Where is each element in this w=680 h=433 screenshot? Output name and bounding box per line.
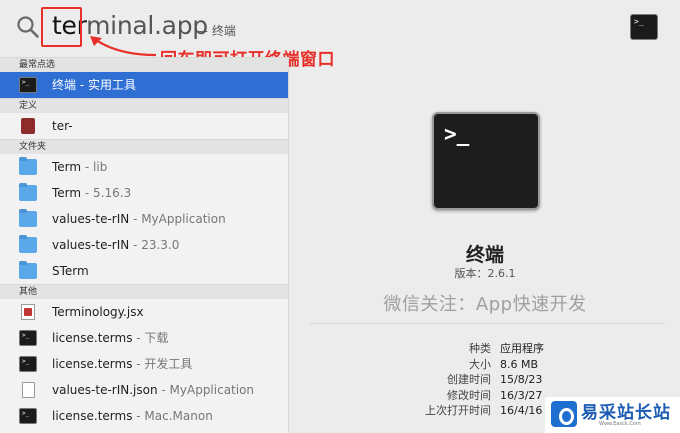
- result-row[interactable]: values-te-rIN.json - MyApplication: [0, 377, 288, 403]
- preview-app-name: 终端: [465, 244, 504, 266]
- result-label: STerm: [52, 258, 89, 284]
- spotlight-search-bar[interactable]: terminal.app — 终端 回车即可打开终端窗口 >_: [0, 0, 680, 70]
- meta-row-size: 大小 8.6 MB: [290, 357, 680, 373]
- result-row[interactable]: >_ license.terms - 下载: [0, 325, 288, 351]
- result-row[interactable]: STerm: [0, 258, 288, 284]
- meta-key: 创建时间: [447, 373, 491, 386]
- terminal-doc-icon: >_: [19, 356, 37, 372]
- document-icon: [22, 382, 35, 398]
- wechat-watermark-text: 微信关注：App快速开发: [383, 294, 587, 315]
- section-header: 定义: [0, 98, 288, 113]
- folder-icon: [19, 183, 37, 201]
- meta-value: 应用程序: [500, 342, 544, 355]
- preview-divider: [310, 323, 665, 324]
- result-location: - 实用工具: [76, 78, 136, 92]
- result-row[interactable]: Terminology.jsx: [0, 299, 288, 325]
- site-logo-icon: [551, 401, 577, 427]
- meta-value: 16/4/16: [500, 404, 543, 417]
- result-row[interactable]: >_ 终端 - 实用工具: [0, 72, 288, 98]
- meta-row-created: 创建时间 15/8/23: [290, 372, 680, 388]
- meta-value: 16/3/27: [500, 388, 543, 402]
- result-label: values-te-rIN - 23.3.0: [52, 232, 179, 258]
- result-title: 终端: [52, 78, 77, 92]
- result-row[interactable]: Term - 5.16.3: [0, 180, 288, 206]
- result-title: STerm: [52, 264, 89, 278]
- meta-value: 8.6 MB: [500, 357, 539, 371]
- dictionary-icon: [21, 118, 35, 134]
- folder-icon: [19, 209, 37, 227]
- result-location: - 开发工具: [132, 357, 193, 371]
- result-title: license.terms: [52, 331, 133, 345]
- result-row[interactable]: >_ license.terms - 开发工具: [0, 351, 288, 377]
- result-label: license.terms - 开发工具: [52, 351, 192, 377]
- result-location: - 5.16.3: [81, 186, 132, 200]
- result-location: - 下载: [132, 331, 169, 345]
- search-hint: — 终端: [196, 24, 236, 38]
- result-row[interactable]: >_ license.terms - Mac.Manon: [0, 403, 288, 429]
- preview-pane: >_ 终端 版本：2.6.1 微信关注：App快速开发 种类 应用程序 大小 8…: [290, 57, 680, 433]
- result-title: license.terms: [52, 357, 133, 371]
- result-label: license.terms - Mac.Manon: [52, 403, 213, 429]
- meta-key: 上次打开时间: [425, 404, 491, 417]
- terminal-app-icon: >_: [630, 14, 658, 40]
- result-label: Term - 5.16.3: [52, 180, 131, 206]
- result-label: Term - lib: [52, 154, 107, 180]
- site-logo-name: 易采站长站: [581, 403, 671, 423]
- meta-key: 种类: [469, 342, 491, 355]
- folder-icon: [19, 235, 37, 253]
- result-row[interactable]: Term - lib: [0, 154, 288, 180]
- result-title: values-te-rIN.json: [52, 383, 158, 397]
- result-label: ter-: [52, 113, 73, 139]
- terminal-doc-icon: >_: [19, 330, 37, 346]
- section-header: 文件夹: [0, 139, 288, 154]
- jsx-file-icon: [21, 304, 35, 320]
- result-title: Terminology.jsx: [52, 305, 144, 319]
- result-label: 终端 - 实用工具: [52, 72, 136, 98]
- result-title: ter-: [52, 119, 73, 133]
- annotation-highlight-box: [41, 7, 82, 47]
- result-label: values-te-rIN.json - MyApplication: [52, 377, 254, 403]
- meta-key: 大小: [469, 357, 491, 371]
- result-title: values-te-rIN: [52, 212, 130, 226]
- terminal-doc-icon: >_: [19, 408, 37, 424]
- result-title: values-te-rIN: [52, 238, 130, 252]
- section-header: 最常点选: [0, 57, 288, 72]
- result-row[interactable]: ter-: [0, 113, 288, 139]
- result-label: Terminology.jsx: [52, 299, 144, 325]
- result-row[interactable]: values-te-rIN - MyApplication: [0, 206, 288, 232]
- site-logo: 易采站长站 Www.Easck.Com: [545, 397, 680, 433]
- meta-value: 15/8/23: [500, 373, 543, 386]
- terminal-prompt-glyph: >_: [634, 17, 644, 26]
- result-label: values-te-rIN - MyApplication: [52, 206, 226, 232]
- result-title: Term: [52, 160, 82, 174]
- result-location: - 23.3.0: [129, 238, 180, 252]
- result-title: license.terms: [52, 409, 133, 423]
- results-list[interactable]: 最常点选 >_ 终端 - 实用工具 定义 ter- 文件夹 Term - lib Term -…: [0, 57, 289, 433]
- folder-icon: [19, 261, 37, 279]
- section-header: 其他: [0, 284, 288, 299]
- meta-row-kind: 种类 应用程序: [290, 341, 680, 357]
- result-row[interactable]: values-te-rIN - 23.3.0: [0, 232, 288, 258]
- terminal-large-icon: >_: [432, 112, 540, 210]
- terminal-prompt-glyph: >_: [444, 122, 470, 146]
- result-location: - MyApplication: [129, 212, 226, 226]
- result-location: - Mac.Manon: [132, 409, 213, 423]
- result-title: Term: [52, 186, 82, 200]
- result-label: license.terms - 下载: [52, 325, 168, 351]
- meta-key: 修改时间: [447, 388, 491, 402]
- result-location: - MyApplication: [157, 383, 255, 397]
- folder-icon: [19, 157, 37, 175]
- terminal-app-icon: >_: [19, 77, 37, 93]
- search-icon: [17, 16, 39, 38]
- preview-version: 版本：2.6.1: [454, 267, 516, 280]
- result-location: - lib: [81, 160, 108, 174]
- site-logo-url: Www.Easck.Com: [599, 421, 641, 427]
